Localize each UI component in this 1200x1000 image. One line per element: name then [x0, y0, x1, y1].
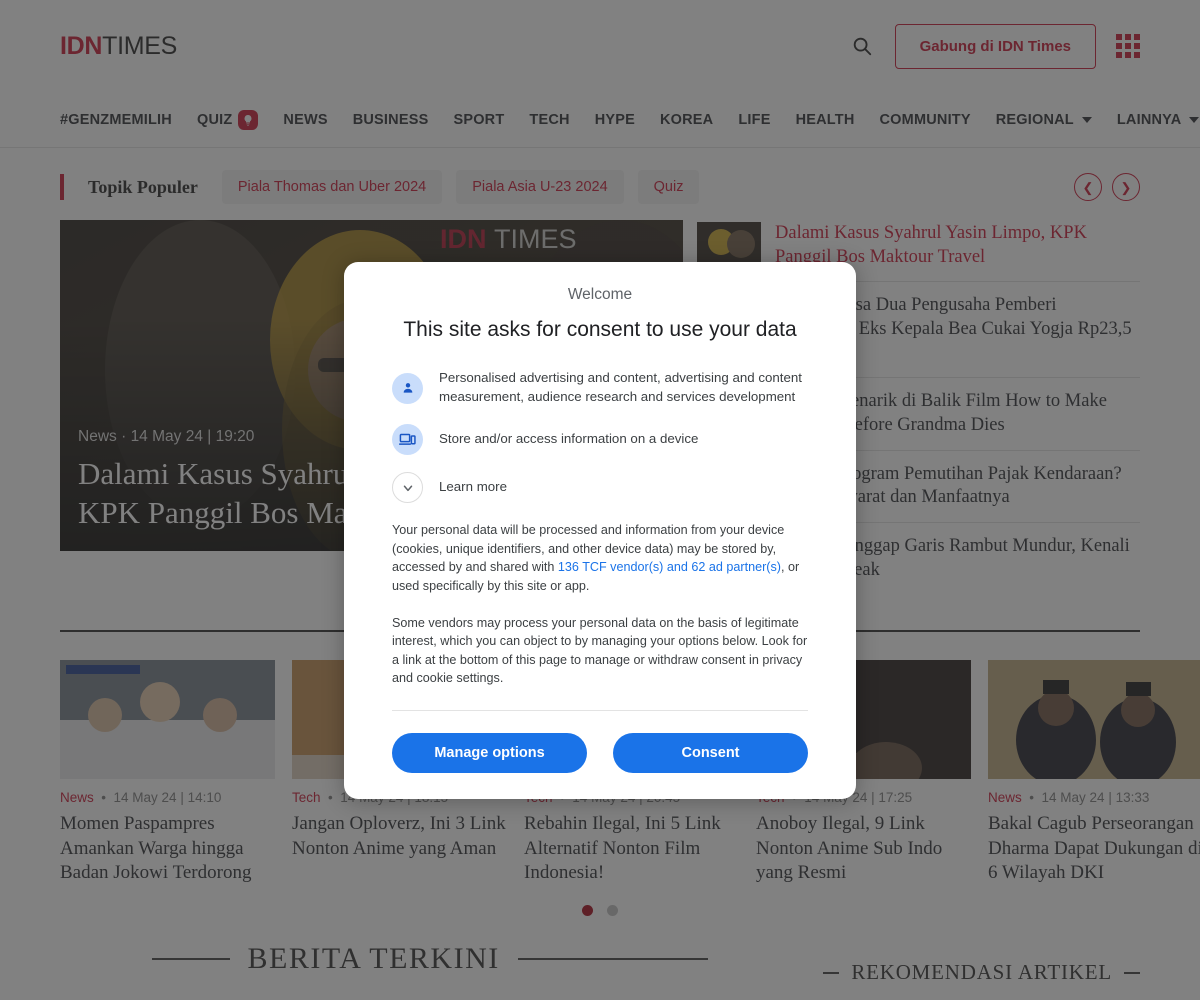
- consent-divider: [392, 710, 808, 712]
- devices-icon: [392, 424, 423, 456]
- consent-paragraph-2: Some vendors may process your personal d…: [392, 615, 808, 686]
- chevron-down-icon: [392, 472, 423, 504]
- consent-purpose-row[interactable]: Store and/or access information on a dev…: [392, 424, 808, 456]
- person-icon: [392, 372, 423, 404]
- consent-learn-more-label: Learn more: [439, 479, 507, 495]
- consent-purpose-text: Store and/or access information on a dev…: [439, 431, 699, 447]
- consent-heading: This site asks for consent to use your d…: [403, 318, 797, 341]
- consent-purpose-row[interactable]: Personalised advertising and content, ad…: [392, 369, 808, 407]
- page-root: IDNTIMES Gabung di IDN Times #GENZMEMILI…: [0, 0, 1200, 1000]
- consent-purpose-text: Personalised advertising and content, ad…: [439, 370, 802, 405]
- tcf-vendors-link[interactable]: 136 TCF vendor(s) and 62 ad partner(s): [558, 560, 781, 574]
- consent-button[interactable]: Consent: [613, 733, 808, 774]
- consent-paragraph-1: Your personal data will be processed and…: [392, 521, 808, 596]
- consent-learn-more-row[interactable]: Learn more: [392, 472, 808, 504]
- manage-options-button[interactable]: Manage options: [392, 733, 587, 774]
- consent-welcome-label: Welcome: [567, 286, 633, 303]
- consent-dialog: Welcome This site asks for consent to us…: [344, 262, 856, 800]
- consent-actions: Manage options Consent: [392, 733, 808, 774]
